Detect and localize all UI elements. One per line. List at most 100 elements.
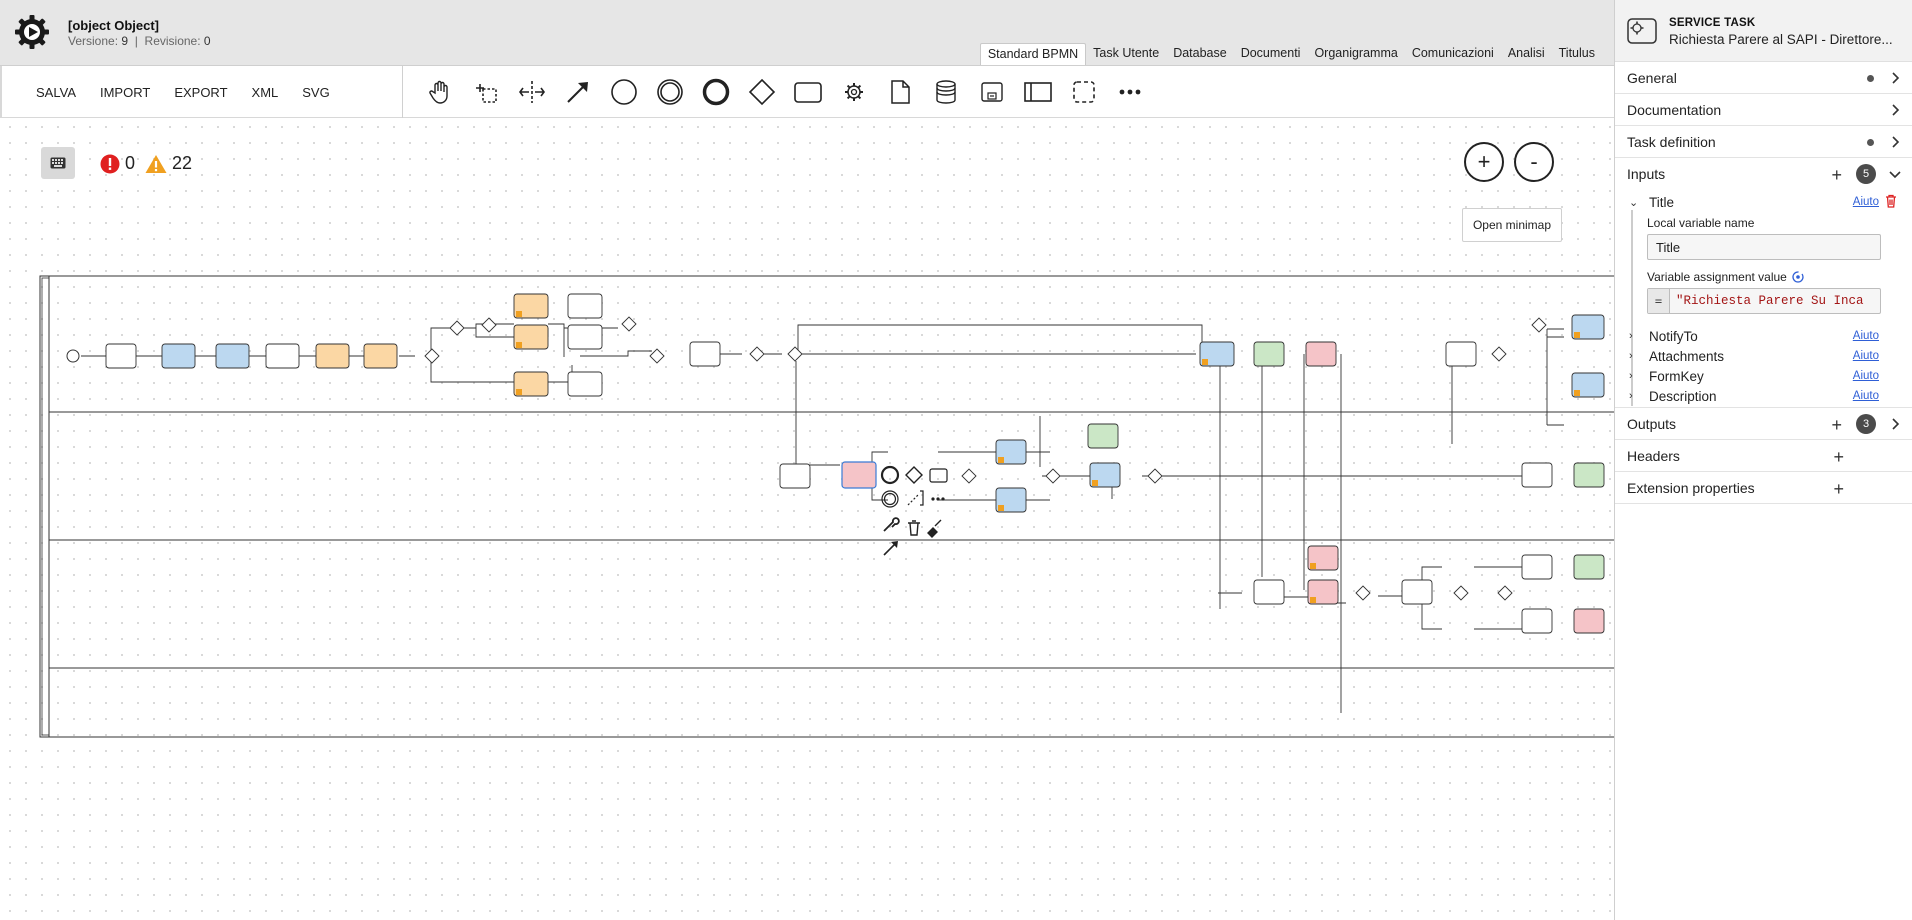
app-logo-icon[interactable] [14,14,50,50]
svg-button[interactable]: SVG [302,85,329,100]
bpmn-diagram [39,275,1614,738]
app-header: [object Object] Versione: 9 | Revisione:… [0,0,1614,66]
tab-organigramma[interactable]: Organigramma [1307,43,1404,65]
group-headers-label: Headers [1627,447,1680,464]
element-type: SERVICE TASK [1669,17,1756,29]
input-item-attachments[interactable]: › Attachments Aiuto [1629,346,1895,366]
add-output-button[interactable]: + [1831,415,1842,436]
data-store-icon[interactable] [926,72,966,112]
data-indicator-dot [1867,139,1874,146]
group-extension-properties[interactable]: Extension properties + [1615,472,1912,504]
xml-button[interactable]: XML [252,85,279,100]
tab-analisi[interactable]: Analisi [1501,43,1552,65]
properties-panel: SERVICE TASK Richiesta Parere al SAPI - … [1614,0,1912,920]
input-item-attachments-label: Attachments [1649,348,1725,364]
add-input-button[interactable]: + [1831,165,1842,186]
task-icon[interactable] [788,72,828,112]
group-task-definition-label: Task definition [1627,133,1716,150]
events[interactable] [66,349,80,363]
bpmn-palette [420,72,1156,112]
gateways[interactable] [424,316,1547,601]
add-header-button[interactable]: + [1833,447,1844,468]
context-pad[interactable] [880,465,948,556]
sequence-flows [81,323,1564,713]
group-documentation-label: Documentation [1627,101,1722,118]
assignment-value-label-row: Variable assignment value [1647,270,1804,284]
diagram-canvas[interactable]: 0 22 + - Open minimap [2,119,1614,920]
intermediate-event-icon[interactable] [650,72,690,112]
revision-value: 0 [203,34,211,48]
tab-titulus[interactable]: Titulus [1552,43,1602,65]
delete-icon[interactable] [1885,194,1897,208]
tab-task-utente[interactable]: Task Utente [1086,43,1166,65]
help-link[interactable]: Aiuto [1853,350,1879,362]
data-object-icon[interactable] [880,72,920,112]
input-item-formkey[interactable]: › FormKey Aiuto [1629,366,1895,386]
chevron-right-icon [1892,418,1900,430]
help-link[interactable]: Aiuto [1853,370,1879,382]
save-button[interactable]: SALVA [36,85,76,100]
chevron-right-icon [1892,104,1900,116]
group-task-definition[interactable]: Task definition [1615,126,1912,158]
revision-label: Revisione: [144,34,201,48]
hand-tool-icon[interactable] [420,72,460,112]
group-documentation[interactable]: Documentation [1615,94,1912,126]
help-link[interactable]: Aiuto [1853,390,1879,402]
local-variable-input[interactable]: Title [1647,234,1881,260]
input-item-title-label: Title [1649,194,1675,210]
group-headers[interactable]: Headers + [1615,440,1912,472]
import-button[interactable]: IMPORT [100,85,150,100]
inputs-list: ⌄ Title Aiuto Local variable name Title … [1615,190,1912,408]
local-variable-label: Local variable name [1647,216,1755,230]
tasks[interactable] [105,293,1605,634]
help-link[interactable]: Aiuto [1853,330,1879,342]
chevron-right-icon: › [1629,390,1633,402]
service-task-icon[interactable] [834,72,874,112]
chevron-down-icon [1889,171,1901,179]
end-event-icon[interactable] [696,72,736,112]
input-item-notifyto[interactable]: › NotifyTo Aiuto [1629,326,1895,346]
group-extension-label: Extension properties [1627,479,1755,496]
chevron-right-icon [1892,136,1900,148]
chevron-right-icon: › [1629,350,1633,362]
tab-comunicazioni[interactable]: Comunicazioni [1405,43,1501,65]
global-connect-icon[interactable] [558,72,598,112]
tab-documenti[interactable]: Documenti [1234,43,1308,65]
version-info: Versione: 9 | Revisione: 0 [68,34,211,48]
export-button[interactable]: EXPORT [174,85,227,100]
data-indicator-dot [1867,75,1874,82]
pool-icon[interactable] [1018,72,1058,112]
warning-markers [516,311,1580,603]
add-extension-property-button[interactable]: + [1833,479,1844,500]
assignment-value-editor[interactable]: = "Richiesta Parere Su Inca [1647,288,1881,314]
input-item-formkey-label: FormKey [1649,368,1704,384]
space-tool-icon[interactable] [512,72,552,112]
group-general[interactable]: General [1615,62,1912,94]
document-title: [object Object] [68,18,160,33]
panel-header: SERVICE TASK Richiesta Parere al SAPI - … [1615,0,1912,62]
view-tabs: Standard BPMN Task Utente Database Docum… [979,43,1602,65]
help-link[interactable]: Aiuto [1853,196,1879,208]
file-actions: SALVA IMPORT EXPORT XML SVG [36,66,354,118]
input-item-title[interactable]: ⌄ Title Aiuto [1629,192,1897,212]
tab-standard-bpmn[interactable]: Standard BPMN [979,43,1087,65]
subprocess-icon[interactable] [972,72,1012,112]
toolbar: SALVA IMPORT EXPORT XML SVG [0,66,1614,118]
group-icon[interactable] [1064,72,1104,112]
pool-label-bar [41,277,50,736]
tab-database[interactable]: Database [1166,43,1234,65]
chevron-right-icon [1892,72,1900,84]
gateway-icon[interactable] [742,72,782,112]
input-item-description[interactable]: › Description Aiuto [1629,386,1895,406]
feel-expression-icon[interactable] [1792,271,1804,283]
group-general-label: General [1627,69,1677,86]
input-item-description-label: Description [1649,388,1717,404]
start-event-icon[interactable] [604,72,644,112]
element-name: Richiesta Parere al SAPI - Direttore... [1669,32,1893,47]
input-item-notifyto-label: NotifyTo [1649,328,1698,344]
group-outputs[interactable]: Outputs + 3 [1615,408,1912,440]
lasso-tool-icon[interactable] [466,72,506,112]
group-inputs[interactable]: Inputs + 5 [1615,158,1912,190]
more-icon[interactable] [1110,72,1150,112]
group-inputs-label: Inputs [1627,166,1666,182]
